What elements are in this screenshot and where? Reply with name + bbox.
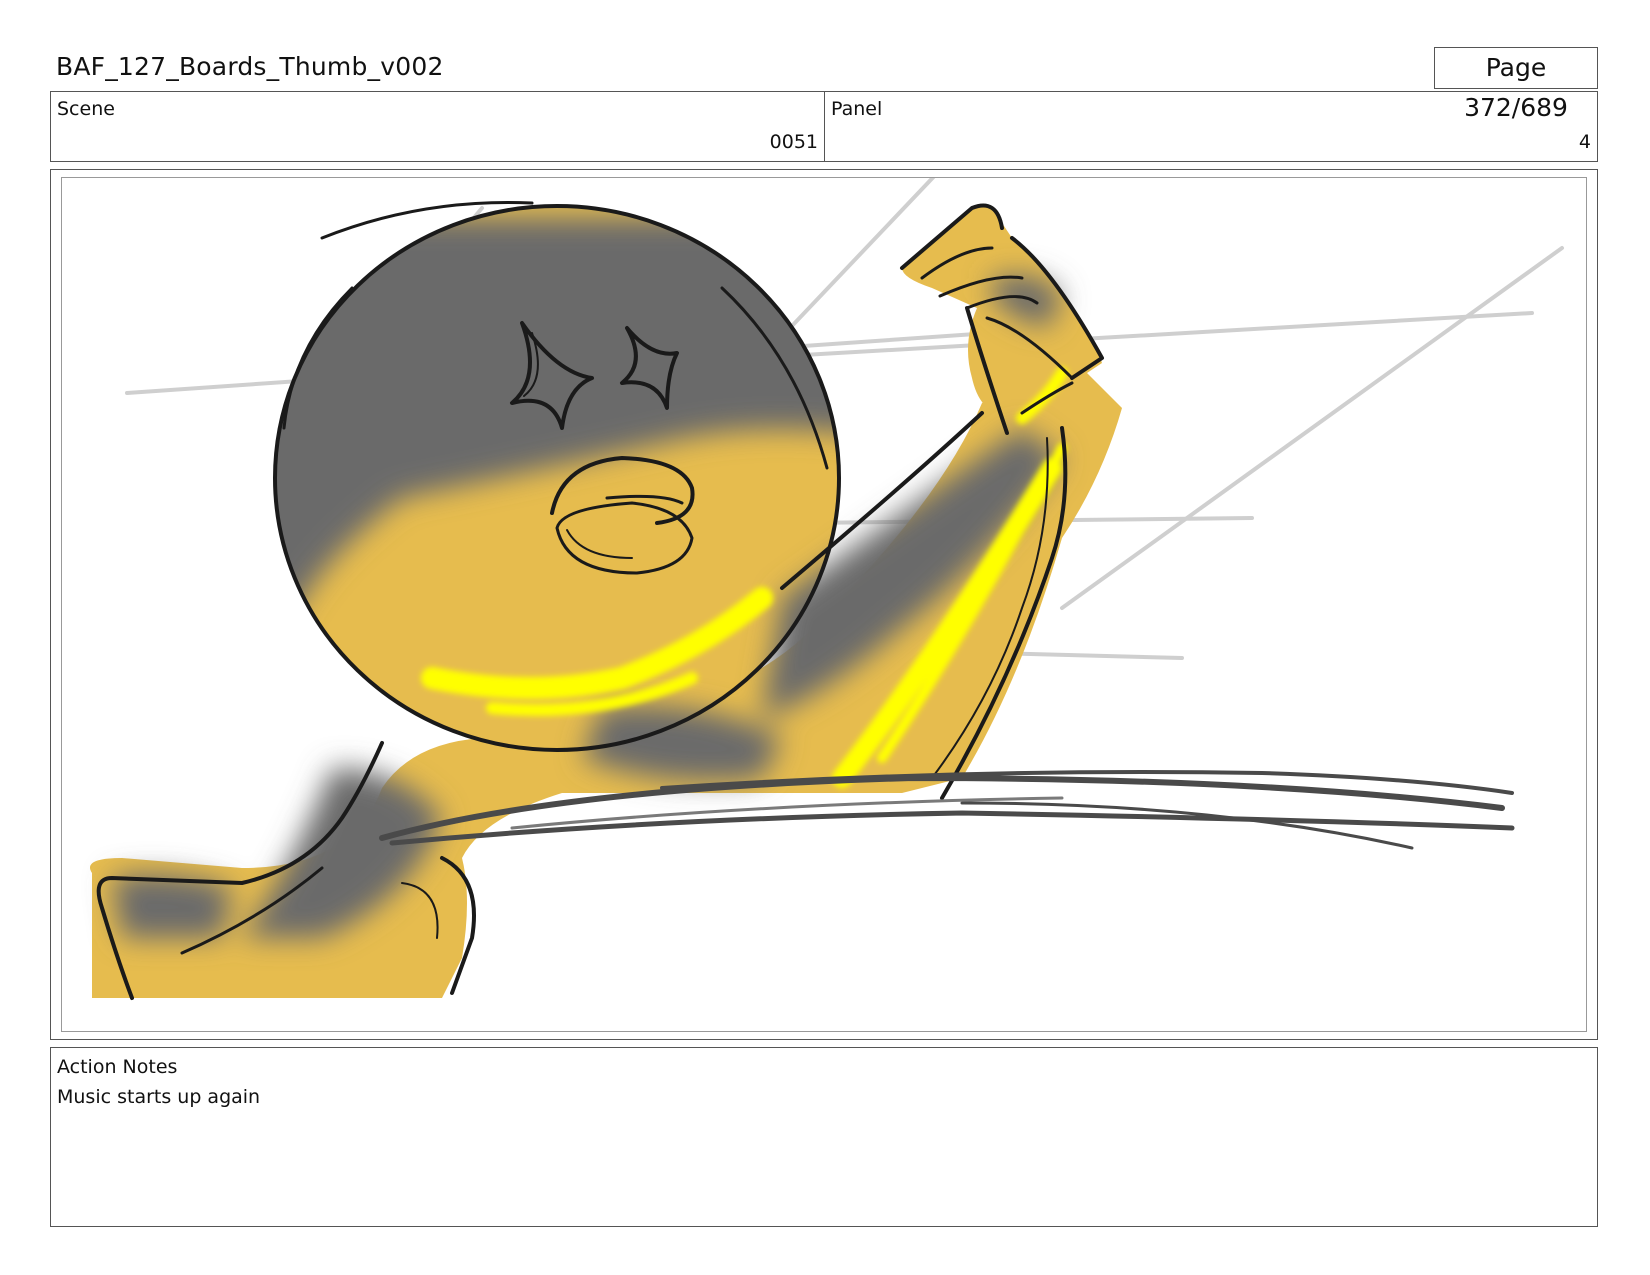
panel-cell: Panel 4 — [825, 92, 1597, 161]
storyboard-sketch — [90, 178, 1564, 1000]
scene-cell: Scene 0051 — [51, 92, 825, 161]
page-indicator: Page 372/689 — [1434, 47, 1598, 122]
panel-label: Panel — [831, 98, 883, 120]
action-notes: Action Notes Music starts up again — [50, 1047, 1598, 1227]
storyboard-image — [61, 177, 1587, 1032]
action-notes-label: Action Notes — [57, 1056, 178, 1078]
scene-panel-info: Scene 0051 Panel 4 — [50, 91, 1598, 162]
action-notes-text: Music starts up again — [57, 1086, 261, 1108]
scene-number: 0051 — [769, 131, 818, 153]
document-title: BAF_127_Boards_Thumb_v002 — [56, 52, 444, 81]
panel-number: 4 — [1578, 131, 1591, 153]
scene-label: Scene — [57, 98, 115, 120]
